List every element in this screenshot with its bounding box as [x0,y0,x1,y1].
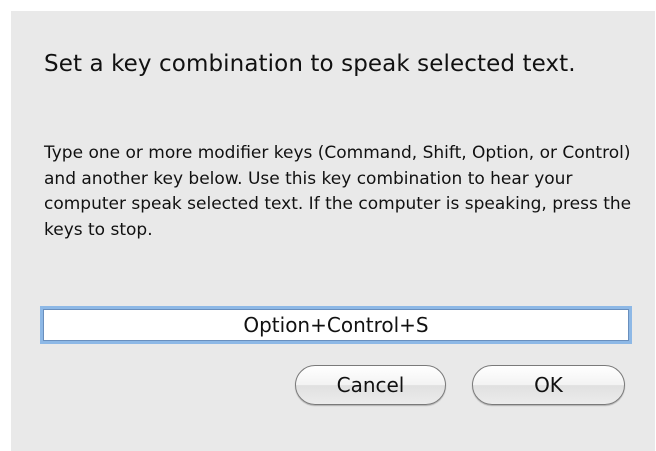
cancel-button[interactable]: Cancel [295,365,446,405]
key-combination-dialog: Set a key combination to speak selected … [11,11,655,451]
key-combination-field[interactable] [40,306,632,344]
dialog-instructions: Type one or more modifier keys (Command,… [44,143,632,240]
ok-button[interactable]: OK [472,365,625,405]
dialog-heading: Set a key combination to speak selected … [44,51,576,77]
